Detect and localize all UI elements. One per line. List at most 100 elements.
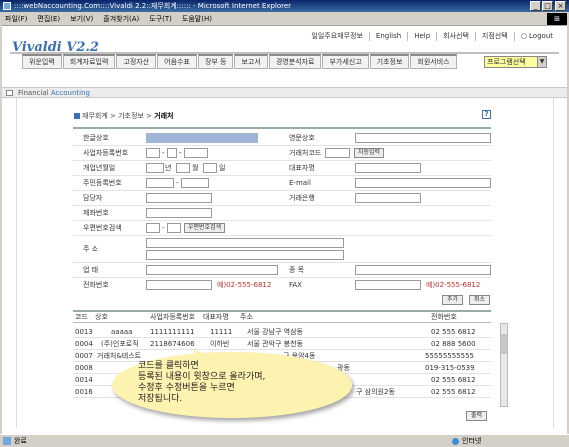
menu-favorites[interactable]: 즐겨찾기(A) — [98, 12, 144, 26]
cell-code[interactable]: 0008 — [75, 363, 93, 374]
row-open-date: 개업년월일 년 월 일 대표자명 — [73, 162, 491, 174]
app-header: Vivaldi V2.2 일일주요재무정보 English Help 회사선택 … — [0, 26, 569, 82]
nav-item-2[interactable]: 고정자산 — [116, 54, 157, 69]
program-select-value: 프로그램선택 — [487, 58, 526, 66]
postal-part1[interactable] — [146, 223, 160, 233]
cell-name: (주)인포로직 — [101, 340, 139, 348]
nav-item-7[interactable]: 부가세신고 — [322, 54, 369, 69]
divider — [73, 145, 491, 146]
divider — [73, 175, 491, 176]
open-month-input[interactable] — [176, 163, 190, 173]
biz-no-part1[interactable] — [146, 148, 160, 158]
toplink-help[interactable]: Help — [408, 31, 438, 41]
manager-input[interactable] — [146, 193, 212, 203]
cell-biz-no: 1111111111 — [150, 328, 195, 336]
toplink-english[interactable]: English — [370, 31, 409, 41]
row-phone: 전화번호 예)02-555-6812 FAX 예)02-555-6812 — [73, 279, 491, 291]
row-corp-no: 제좌번호 — [73, 207, 491, 219]
biz-no-part3[interactable] — [184, 148, 208, 158]
menu-view[interactable]: 보기(V) — [65, 12, 98, 26]
fax-input[interactable] — [355, 280, 421, 290]
help-icon[interactable]: ? — [482, 110, 491, 119]
nav-item-9[interactable]: 회원서비스 — [410, 54, 457, 69]
resident-no-part2[interactable] — [181, 178, 209, 188]
toplink-branch-select[interactable]: 지점선택 — [476, 31, 515, 41]
top-links: 일일주요재무정보 English Help 회사선택 지점선택 ○ Logout — [305, 30, 559, 42]
menu-file[interactable]: 파일(F) — [0, 12, 32, 26]
program-select[interactable]: 프로그램선택 ▼ — [484, 56, 547, 68]
nav-item-1[interactable]: 회계자료입력 — [62, 54, 116, 69]
company-name-input[interactable] — [146, 133, 258, 143]
cell-phone: 55555555555 — [425, 352, 474, 360]
scroll-thumb[interactable] — [501, 334, 507, 354]
month-unit: 월 — [192, 164, 199, 172]
divider — [73, 220, 491, 221]
biz-no-part2[interactable] — [167, 148, 177, 158]
page-icon — [3, 437, 11, 445]
table-row[interactable]: 0004 (주)인포로직 2118674606 이하빈 서울 관악구 봉천동 0… — [73, 339, 491, 350]
square-icon — [6, 90, 13, 96]
row-business: 업 태 종 목 — [73, 264, 491, 276]
item-input[interactable] — [355, 265, 491, 275]
dash: - — [162, 149, 165, 157]
section-prefix: Financial — [18, 89, 49, 97]
menu-help[interactable]: 도움말(H) — [177, 12, 217, 26]
maximize-button[interactable]: □ — [542, 1, 553, 11]
nav-item-5[interactable]: 보고서 — [234, 54, 268, 69]
nav-item-3[interactable]: 어음수표 — [157, 54, 197, 69]
print-button[interactable]: 출력 — [466, 411, 488, 421]
phone-input[interactable] — [146, 280, 212, 290]
bullet-icon — [74, 113, 80, 119]
table-scrollbar[interactable] — [500, 323, 508, 407]
nav-item-4[interactable]: 장부 등 — [197, 54, 234, 69]
corp-no-input[interactable] — [146, 208, 212, 218]
cell-code[interactable]: 0004 — [75, 339, 93, 350]
open-day-input[interactable] — [203, 163, 217, 173]
table-row[interactable]: 0013 aaaaa 1111111111 11111 서울 강남구 역삼동 0… — [73, 327, 491, 338]
nav-item-0[interactable]: 위운입력 — [22, 54, 62, 69]
cancel-button[interactable]: 취소 — [469, 295, 491, 305]
nav-item-6[interactable]: 경영분석자료 — [268, 54, 322, 69]
label-open-date: 개업년월일 — [83, 164, 116, 172]
row-company-name: 한글상호 영문상호 — [73, 132, 491, 144]
phone-example: 예)02-555-6812 — [217, 281, 272, 289]
ie-icon — [3, 2, 11, 10]
add-button[interactable]: 추가 — [442, 295, 464, 305]
client-code-input[interactable] — [325, 148, 350, 158]
cell-code[interactable]: 0013 — [75, 327, 93, 338]
email-input[interactable] — [355, 178, 491, 188]
window-title: ::::webNaccounting.Com::::Vivaldi 2.2::재… — [14, 2, 292, 10]
cell-phone: 019-315-0539 — [425, 364, 475, 372]
bank-input[interactable] — [355, 193, 421, 203]
business-input[interactable] — [146, 265, 278, 275]
ceo-input[interactable] — [355, 163, 421, 173]
menu-tools[interactable]: 도구(T) — [144, 12, 177, 26]
cell-code[interactable]: 0014 — [75, 375, 93, 386]
postal-search-button[interactable]: 우편번호검색 — [184, 223, 226, 233]
nav-item-8[interactable]: 기초정보 — [369, 54, 410, 69]
dash: - — [176, 179, 179, 187]
toplink-logout[interactable]: ○ Logout — [515, 32, 559, 41]
main-nav: 위운입력 회계자료입력 고정자산 어음수표 장부 등 보고서 경영분석자료 부가… — [22, 54, 552, 69]
close-button[interactable]: × — [555, 1, 566, 11]
menu-edit[interactable]: 편집(E) — [32, 12, 65, 26]
col-code: 코드 — [75, 313, 88, 321]
label-postal: 우편번호검색 — [83, 224, 122, 232]
minimize-button[interactable]: _ — [530, 1, 541, 11]
eng-name-input[interactable] — [355, 133, 491, 143]
address-line1-input[interactable] — [146, 238, 344, 248]
toplink-daily-finance[interactable]: 일일주요재무정보 — [305, 31, 370, 41]
resident-no-part1[interactable] — [146, 178, 174, 188]
col-biz-no: 사업자등록번호 — [150, 313, 196, 321]
postal-part2[interactable] — [167, 223, 181, 233]
auto-input-button[interactable]: 자동입력 — [354, 148, 385, 158]
callout-line: 수정후 수정버튼을 누르면 — [138, 383, 235, 393]
toplink-company-select[interactable]: 회사선택 — [437, 31, 476, 41]
cell-phone: 02 555 6812 — [431, 328, 476, 336]
open-year-input[interactable] — [146, 163, 164, 173]
cell-code[interactable]: 0016 — [75, 387, 93, 398]
cell-code[interactable]: 0007 — [75, 351, 93, 362]
browser-menubar: 파일(F) 편집(E) 보기(V) 즐겨찾기(A) 도구(T) 도움말(H) ⊞ — [0, 12, 569, 26]
status-bar: 완료 인터넷 — [0, 434, 569, 447]
address-line2-input[interactable] — [146, 250, 344, 260]
